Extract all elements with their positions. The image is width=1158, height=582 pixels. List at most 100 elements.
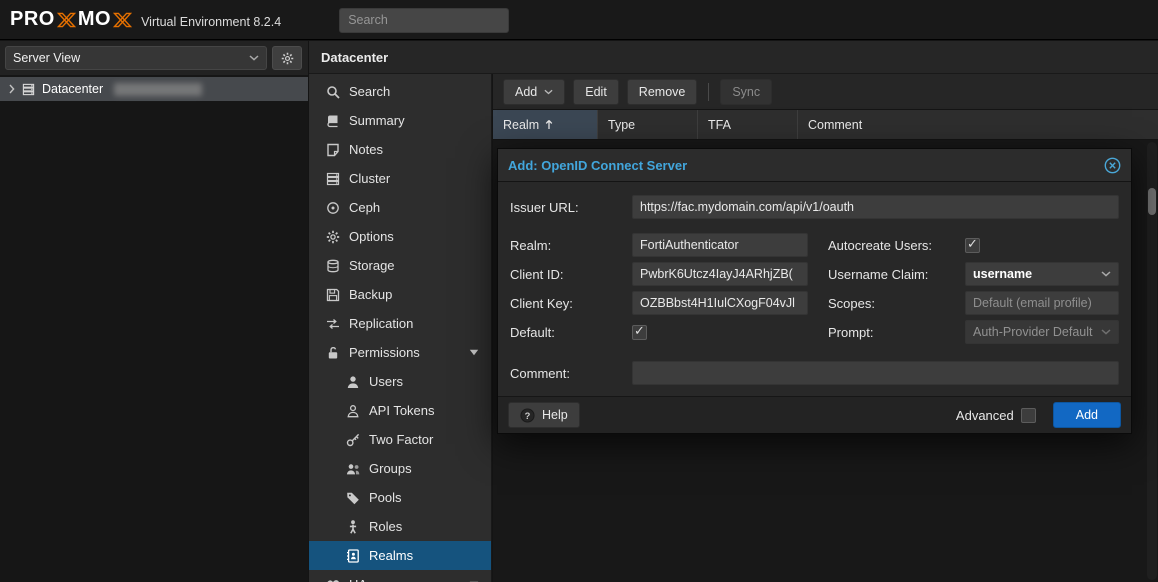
nav-item-pools[interactable]: Pools [309, 483, 491, 512]
issuer-url-label: Issuer URL: [510, 200, 632, 215]
issuer-url-row: Issuer URL: [510, 195, 1119, 219]
help-button-label: Help [542, 408, 568, 422]
nav-item-groups[interactable]: Groups [309, 454, 491, 483]
column-header-realm[interactable]: Realm [493, 110, 598, 139]
nav-item-storage[interactable]: Storage [309, 251, 491, 280]
nav-item-realms[interactable]: Realms [309, 541, 491, 570]
nav-item-label: Realms [369, 548, 413, 563]
server-view-select[interactable]: Server View [5, 46, 267, 70]
book-icon [326, 114, 340, 128]
proxmox-app: PRO MO Virtual Environment 8.2.4 Server … [0, 0, 1158, 582]
username-claim-select[interactable]: username [965, 262, 1119, 286]
column-header-tfa[interactable]: TFA [698, 110, 798, 139]
floppy-icon [326, 288, 340, 302]
nav-item-search[interactable]: Search [309, 77, 491, 106]
redacted-text [114, 83, 202, 96]
dialog-body: Issuer URL: Realm: Autocreate Users: Cli… [498, 182, 1131, 385]
nav-item-api-tokens[interactable]: API Tokens [309, 396, 491, 425]
nav-item-ha[interactable]: HA [309, 570, 491, 582]
scrollbar-thumb[interactable] [1148, 188, 1156, 215]
dialog-add-button[interactable]: Add [1053, 402, 1121, 428]
nav-item-label: Summary [349, 113, 405, 128]
server-view-label: Server View [13, 51, 80, 65]
nav-item-replication[interactable]: Replication [309, 309, 491, 338]
remove-button[interactable]: Remove [627, 79, 698, 105]
nav-item-label: API Tokens [369, 403, 435, 418]
nav-item-label: Search [349, 84, 390, 99]
comment-field[interactable] [632, 361, 1119, 385]
nav-item-label: Permissions [349, 345, 420, 360]
prompt-select[interactable]: Auth-Provider Default [965, 320, 1119, 344]
svg-text:?: ? [525, 410, 531, 420]
nav-item-notes[interactable]: Notes [309, 135, 491, 164]
prompt-value: Auth-Provider Default [973, 325, 1093, 339]
vertical-scrollbar[interactable] [1147, 142, 1157, 580]
edit-button-label: Edit [585, 85, 607, 99]
nav-item-label: Roles [369, 519, 402, 534]
dialog-titlebar[interactable]: Add: OpenID Connect Server [498, 149, 1131, 182]
advanced-group: Advanced Add [956, 402, 1121, 428]
issuer-url-field[interactable] [632, 195, 1119, 219]
ceph-icon [326, 201, 340, 215]
add-button[interactable]: Add [503, 79, 565, 105]
advanced-checkbox[interactable] [1021, 408, 1036, 423]
tag-icon [346, 491, 360, 505]
username-claim-label: Username Claim: [828, 267, 965, 282]
nav-item-backup[interactable]: Backup [309, 280, 491, 309]
nav-item-label: Replication [349, 316, 413, 331]
chevron-down-icon [544, 89, 553, 95]
nav-item-users[interactable]: Users [309, 367, 491, 396]
nav-item-two-factor[interactable]: Two Factor [309, 425, 491, 454]
column-header-comment[interactable]: Comment [798, 110, 1158, 139]
retweet-icon [326, 317, 340, 331]
autocreate-users-label: Autocreate Users: [828, 238, 965, 253]
default-label: Default: [510, 325, 632, 340]
nav-item-ceph[interactable]: Ceph [309, 193, 491, 222]
scopes-field[interactable] [965, 291, 1119, 315]
heartbeat-icon [326, 578, 340, 582]
global-search-input[interactable] [339, 8, 509, 33]
nav-item-summary[interactable]: Summary [309, 106, 491, 135]
nav-item-options[interactable]: Options [309, 222, 491, 251]
column-header-type[interactable]: Type [598, 110, 698, 139]
close-icon[interactable] [1104, 157, 1121, 174]
chevron-down-icon [1101, 329, 1111, 335]
gear-icon [281, 52, 294, 65]
brand-text-mo: MO [78, 8, 111, 31]
server-stack-icon [326, 172, 340, 186]
address-book-icon [346, 549, 360, 563]
column-label: Comment [808, 118, 862, 132]
chevron-down-icon[interactable] [469, 349, 479, 356]
sidebar-settings-button[interactable] [272, 46, 302, 70]
users-icon [346, 462, 360, 476]
toolbar-separator [708, 83, 709, 101]
unlock-icon [326, 346, 340, 360]
chevron-down-icon [249, 55, 259, 61]
sync-button[interactable]: Sync [720, 79, 772, 105]
client-id-label: Client ID: [510, 267, 632, 282]
realm-field[interactable] [632, 233, 808, 257]
nav-item-cluster[interactable]: Cluster [309, 164, 491, 193]
database-icon [326, 259, 340, 273]
nav-item-roles[interactable]: Roles [309, 512, 491, 541]
help-button[interactable]: ? Help [508, 402, 580, 428]
default-checkbox[interactable] [632, 325, 647, 340]
edit-button[interactable]: Edit [573, 79, 619, 105]
nav-item-label: Storage [349, 258, 395, 273]
client-key-field[interactable] [632, 291, 808, 315]
client-id-field[interactable] [632, 262, 808, 286]
dialog-field-grid: Realm: Autocreate Users: Client ID: User… [510, 233, 1119, 344]
key-icon [346, 433, 360, 447]
chevron-right-icon[interactable] [9, 84, 15, 94]
scopes-label: Scopes: [828, 296, 965, 311]
nav-item-label: Notes [349, 142, 383, 157]
sort-asc-icon [545, 119, 553, 130]
chevron-down-icon [1101, 271, 1111, 277]
tree-node-datacenter[interactable]: Datacenter [0, 77, 308, 101]
search-icon [326, 85, 340, 99]
nav-item-permissions[interactable]: Permissions [309, 338, 491, 367]
nav-item-label: Users [369, 374, 403, 389]
server-stack-icon [22, 83, 35, 96]
autocreate-users-checkbox[interactable] [965, 238, 980, 253]
sticky-note-icon [326, 143, 340, 157]
